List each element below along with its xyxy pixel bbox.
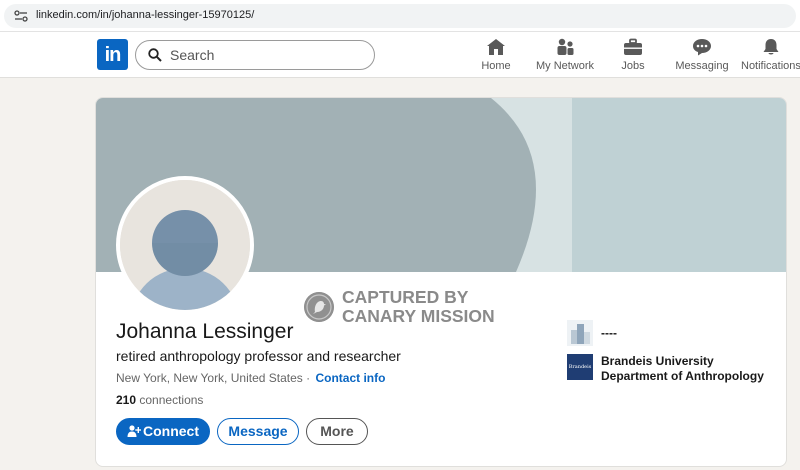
linkedin-logo[interactable]: in: [97, 39, 128, 70]
url-text[interactable]: linkedin.com/in/johanna-lessinger-159701…: [36, 9, 254, 21]
site-info-icon[interactable]: [14, 10, 28, 22]
search-box[interactable]: [135, 40, 375, 70]
watermark-text: CAPTURED BY CANARY MISSION: [342, 288, 512, 326]
search-icon: [148, 48, 162, 62]
more-button[interactable]: More: [306, 418, 368, 445]
nav-messaging[interactable]: Messaging: [674, 36, 730, 76]
connections-count: 210: [116, 393, 137, 407]
location-separator: ·: [306, 371, 311, 385]
bell-icon: [763, 39, 778, 55]
add-person-icon: [127, 425, 142, 437]
home-icon: [487, 39, 505, 55]
education-department: Department of Anthropology: [601, 369, 764, 383]
bird-icon: [304, 292, 334, 322]
nav-my-network-label: My Network: [535, 60, 595, 72]
company-logo-placeholder: [567, 320, 593, 346]
profile-avatar[interactable]: [116, 176, 254, 314]
profile-headline: retired anthropology professor and resea…: [116, 348, 401, 364]
nav-home[interactable]: Home: [474, 36, 518, 76]
address-bar[interactable]: linkedin.com/in/johanna-lessinger-159701…: [4, 4, 796, 28]
education-school: Brandeis University: [601, 354, 714, 368]
connections-label: connections: [139, 393, 204, 407]
search-input[interactable]: [170, 45, 360, 65]
watermark-line2: CANARY MISSION: [342, 306, 495, 326]
briefcase-icon: [624, 38, 642, 55]
connect-label: Connect: [143, 423, 199, 439]
nav-my-network[interactable]: My Network: [534, 36, 596, 76]
messaging-icon: [693, 39, 711, 56]
brandeis-logo: Brandeis: [567, 354, 593, 380]
nav-notifications[interactable]: Notifications: [741, 36, 800, 76]
connect-button[interactable]: Connect: [116, 418, 210, 445]
profile-location: New York, New York, United States: [116, 371, 303, 385]
watermark-line1: CAPTURED BY: [342, 287, 469, 307]
message-button[interactable]: Message: [217, 418, 299, 445]
global-nav: in Home My Network Jobs: [0, 32, 800, 78]
contact-info-link[interactable]: Contact info: [315, 371, 385, 385]
nav-home-label: Home: [481, 60, 511, 72]
education-label: Brandeis University Department of Anthro…: [601, 354, 764, 384]
profile-name: Johanna Lessinger: [116, 320, 294, 343]
browser-toolbar: linkedin.com/in/johanna-lessinger-159701…: [0, 0, 800, 32]
default-person-icon: [120, 180, 250, 310]
position-label: ----: [601, 326, 617, 340]
nav-notifications-label: Notifications: [741, 60, 800, 72]
connections-link[interactable]: 210 connections: [116, 393, 203, 407]
nav-jobs[interactable]: Jobs: [615, 36, 651, 76]
profile-location-line: New York, New York, United States · Cont…: [116, 371, 385, 385]
nav-messaging-label: Messaging: [675, 60, 729, 72]
nav-jobs-label: Jobs: [621, 60, 645, 72]
network-icon: [557, 38, 574, 55]
profile-card: CAPTURED BY CANARY MISSION Johanna Lessi…: [95, 97, 787, 467]
